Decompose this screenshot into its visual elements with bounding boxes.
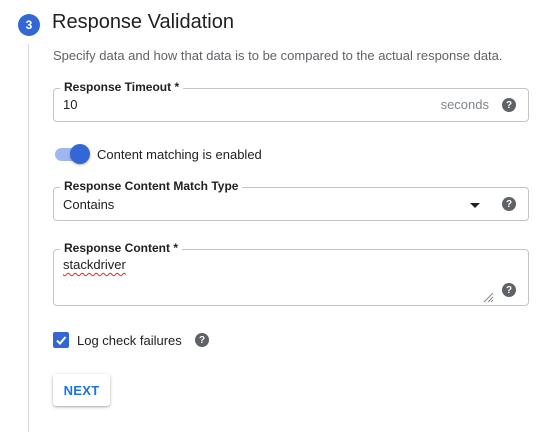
response-content-textarea[interactable]: stackdriver: [63, 257, 126, 272]
step-number-badge: 3: [18, 14, 40, 36]
response-timeout-label: Response Timeout *: [60, 80, 184, 94]
dropdown-caret-icon[interactable]: [470, 203, 480, 208]
match-type-select[interactable]: Response Content Match Type Contains ?: [53, 179, 529, 221]
resize-handle-icon[interactable]: [482, 291, 494, 303]
response-timeout-field[interactable]: Response Timeout * 10 seconds ?: [53, 80, 529, 122]
section-description: Specify data and how that data is to be …: [53, 48, 503, 63]
checkmark-icon: [56, 336, 67, 345]
toggle-thumb: [70, 144, 90, 164]
help-icon[interactable]: ?: [502, 98, 516, 112]
content-matching-toggle[interactable]: [53, 144, 91, 164]
log-check-failures-label: Log check failures: [77, 333, 182, 348]
content-matching-label: Content matching is enabled: [97, 147, 262, 162]
help-icon[interactable]: ?: [195, 333, 209, 347]
response-timeout-input[interactable]: 10: [63, 97, 77, 112]
log-check-failures-checkbox[interactable]: [53, 332, 69, 348]
response-content-label: Response Content *: [60, 241, 183, 255]
section-title: Response Validation: [52, 11, 234, 33]
help-icon[interactable]: ?: [502, 197, 516, 211]
match-type-label: Response Content Match Type: [60, 179, 243, 193]
next-button[interactable]: NEXT: [53, 374, 110, 406]
seconds-suffix: seconds: [440, 97, 489, 112]
help-icon[interactable]: ?: [502, 283, 516, 297]
response-content-field[interactable]: Response Content * stackdriver ?: [53, 241, 529, 306]
step-connector-line: [28, 44, 29, 432]
match-type-selected-value: Contains: [63, 197, 115, 212]
